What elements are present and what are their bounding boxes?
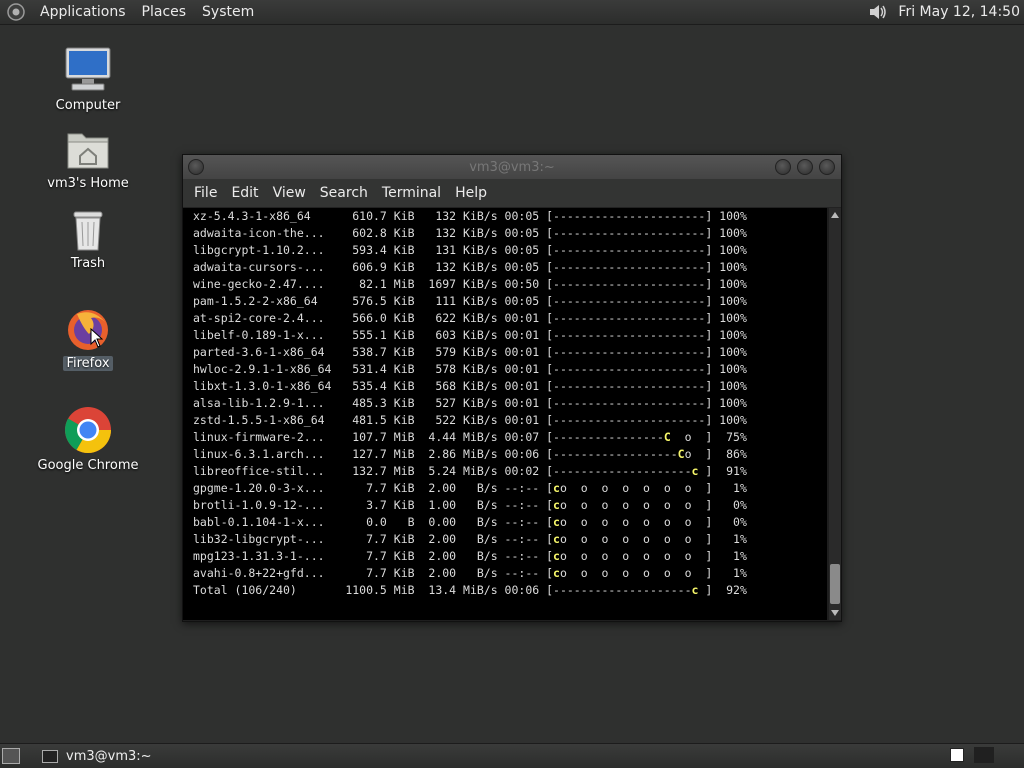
terminal-line: lib32-libgcrypt-... 7.7 KiB 2.00 B/s --:… xyxy=(193,532,747,546)
desktop-icon-label: Trash xyxy=(70,256,106,271)
chrome-icon xyxy=(65,407,111,453)
terminal-line: adwaita-cursors-... 606.9 KiB 132 KiB/s … xyxy=(193,260,747,274)
terminal-line: adwaita-icon-the... 602.8 KiB 132 KiB/s … xyxy=(193,226,747,240)
desktop-icon-label: Firefox xyxy=(63,356,113,371)
system-tray: Fri May 12, 14:50 xyxy=(866,0,1024,24)
close-button[interactable] xyxy=(819,159,835,175)
terminal-line: Total (106/240) 1100.5 MiB 13.4 MiB/s 00… xyxy=(193,583,747,597)
terminal-line: pam-1.5.2-2-x86_64 576.5 KiB 111 KiB/s 0… xyxy=(193,294,747,308)
terminal-line: at-spi2-core-2.4... 566.0 KiB 622 KiB/s … xyxy=(193,311,747,325)
bottom-panel: vm3@vm3:~ xyxy=(0,743,1024,768)
taskbar-label: vm3@vm3:~ xyxy=(66,748,152,764)
computer-icon xyxy=(65,47,111,91)
terminal-window[interactable]: vm3@vm3:~ File Edit View Search Terminal… xyxy=(182,154,842,622)
terminal-icon xyxy=(42,749,58,763)
terminal-line: parted-3.6-1-x86_64 538.7 KiB 579 KiB/s … xyxy=(193,345,747,359)
terminal-output[interactable]: xz-5.4.3-1-x86_64 610.7 KiB 132 KiB/s 00… xyxy=(183,208,827,620)
terminal-line: linux-6.3.1.arch... 127.7 MiB 2.86 MiB/s… xyxy=(193,447,747,461)
terminal-line: libxt-1.3.0-1-x86_64 535.4 KiB 568 KiB/s… xyxy=(193,379,747,393)
terminal-line: gpgme-1.20.0-3-x... 7.7 KiB 2.00 B/s --:… xyxy=(193,481,747,495)
trash-icon xyxy=(73,211,103,251)
maximize-button[interactable] xyxy=(797,159,813,175)
window-titlebar[interactable]: vm3@vm3:~ xyxy=(183,155,841,179)
terminal-line: mpg123-1.31.3-1-... 7.7 KiB 2.00 B/s --:… xyxy=(193,549,747,563)
workspace-1[interactable] xyxy=(950,748,964,762)
window-title: vm3@vm3:~ xyxy=(469,159,555,175)
menu-applications[interactable]: Applications xyxy=(32,4,134,20)
workspace-2[interactable] xyxy=(974,747,994,763)
terminal-line: avahi-0.8+22+gfd... 7.7 KiB 2.00 B/s --:… xyxy=(193,566,747,580)
volume-icon[interactable] xyxy=(866,1,888,23)
desktop-icon-label: vm3's Home xyxy=(47,176,129,191)
taskbar-button-terminal[interactable]: vm3@vm3:~ xyxy=(36,746,158,766)
desktop-icon-computer[interactable]: Computer xyxy=(28,44,148,113)
terminal-line: wine-gecko-2.47.... 82.1 MiB 1697 KiB/s … xyxy=(193,277,747,291)
minimize-button[interactable] xyxy=(775,159,791,175)
menu-help[interactable]: Help xyxy=(448,185,494,201)
desktop-icon-home[interactable]: vm3's Home xyxy=(28,126,148,191)
menu-terminal[interactable]: Terminal xyxy=(375,185,448,201)
terminal-line: babl-0.1.104-1-x... 0.0 B 0.00 B/s --:--… xyxy=(193,515,747,529)
desktop-icon-label: Computer xyxy=(55,98,121,113)
terminal-line: brotli-1.0.9-12-... 3.7 KiB 1.00 B/s --:… xyxy=(193,498,747,512)
scroll-up-arrow-icon[interactable] xyxy=(831,212,839,218)
terminal-line: hwloc-2.9.1-1-x86_64 531.4 KiB 578 KiB/s… xyxy=(193,362,747,376)
menu-file[interactable]: File xyxy=(187,185,224,201)
terminal-scrollbar[interactable] xyxy=(829,208,841,620)
home-folder-icon xyxy=(67,133,109,169)
terminal-line: linux-firmware-2... 107.7 MiB 4.44 MiB/s… xyxy=(193,430,747,444)
menu-search[interactable]: Search xyxy=(313,185,375,201)
scrollbar-thumb[interactable] xyxy=(830,564,840,604)
scroll-down-arrow-icon[interactable] xyxy=(831,610,839,616)
panel-clock[interactable]: Fri May 12, 14:50 xyxy=(888,4,1024,20)
terminal-line: libgcrypt-1.10.2... 593.4 KiB 131 KiB/s … xyxy=(193,243,747,257)
desktop-icon-chrome[interactable]: Google Chrome xyxy=(28,404,148,473)
menu-system[interactable]: System xyxy=(194,4,262,20)
mouse-cursor-icon xyxy=(90,328,104,348)
terminal-line: zstd-1.5.5-1-x86_64 481.5 KiB 522 KiB/s … xyxy=(193,413,747,427)
terminal-line: libelf-0.189-1-x... 555.1 KiB 603 KiB/s … xyxy=(193,328,747,342)
top-panel: Applications Places System Fri May 12, 1… xyxy=(0,0,1024,25)
show-desktop-icon[interactable] xyxy=(2,748,20,764)
gnome-foot-icon[interactable] xyxy=(6,2,26,22)
window-menu-button[interactable] xyxy=(188,159,204,175)
desktop-icon-trash[interactable]: Trash xyxy=(28,206,148,271)
menu-edit[interactable]: Edit xyxy=(224,185,265,201)
desktop-icon-label: Google Chrome xyxy=(37,458,139,473)
desktop-icon-firefox[interactable]: Firefox xyxy=(28,304,148,371)
terminal-menubar: File Edit View Search Terminal Help xyxy=(183,179,841,208)
menu-view[interactable]: View xyxy=(266,185,313,201)
menu-places[interactable]: Places xyxy=(134,4,195,20)
terminal-line: libreoffice-stil... 132.7 MiB 5.24 MiB/s… xyxy=(193,464,747,478)
terminal-line: alsa-lib-1.2.9-1... 485.3 KiB 527 KiB/s … xyxy=(193,396,747,410)
firefox-icon xyxy=(68,310,108,350)
terminal-line: xz-5.4.3-1-x86_64 610.7 KiB 132 KiB/s 00… xyxy=(193,209,747,223)
